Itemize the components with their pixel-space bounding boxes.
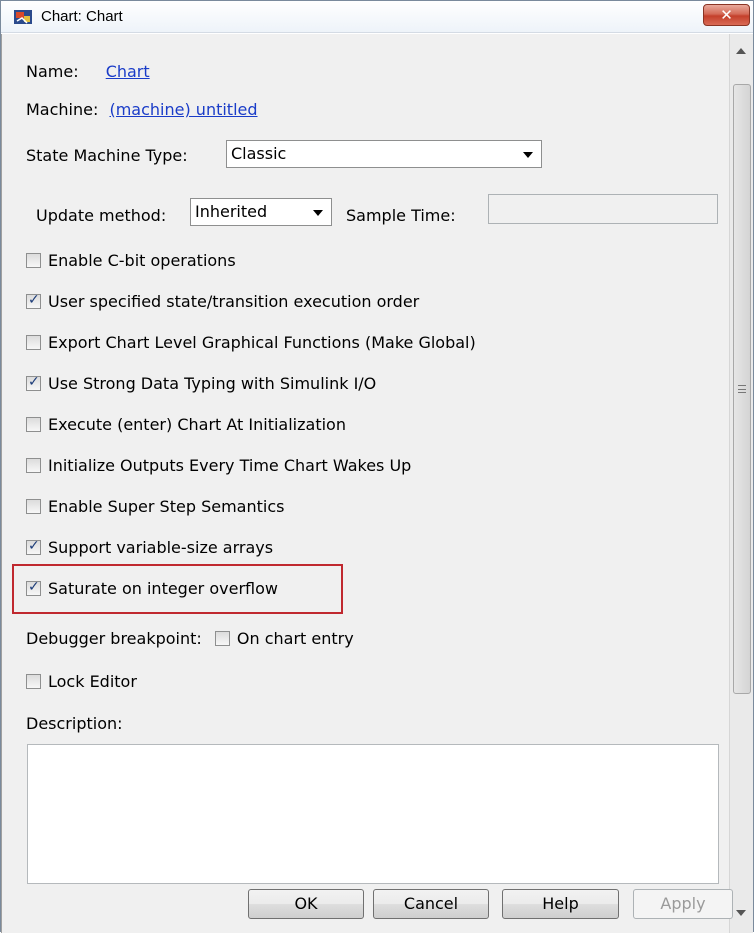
option-checkbox[interactable] bbox=[26, 417, 41, 432]
option-row[interactable]: Execute (enter) Chart At Initialization bbox=[26, 415, 346, 434]
debugger-option[interactable]: On chart entry bbox=[214, 629, 354, 648]
debugger-label: Debugger breakpoint: bbox=[26, 629, 202, 648]
chart-properties-dialog: Chart: Chart ✕ Name: Chart Machine: (mac… bbox=[0, 0, 754, 933]
option-label: Execute (enter) Chart At Initialization bbox=[48, 415, 346, 434]
option-label: Enable C-bit operations bbox=[48, 251, 236, 270]
scroll-down-icon[interactable] bbox=[736, 910, 746, 916]
state-machine-type-value: Classic bbox=[231, 144, 287, 163]
debugger-checkbox[interactable] bbox=[214, 631, 230, 646]
option-checkbox[interactable] bbox=[26, 458, 41, 473]
option-label: Export Chart Level Graphical Functions (… bbox=[48, 333, 476, 352]
description-label: Description: bbox=[26, 714, 123, 733]
option-row[interactable]: Enable C-bit operations bbox=[26, 251, 236, 270]
machine-row: Machine: (machine) untitled bbox=[26, 100, 258, 119]
option-label: Initialize Outputs Every Time Chart Wake… bbox=[48, 456, 412, 475]
option-row[interactable]: Export Chart Level Graphical Functions (… bbox=[26, 333, 476, 352]
debugger-option-label: On chart entry bbox=[236, 629, 354, 648]
option-row[interactable]: Enable Super Step Semantics bbox=[26, 497, 284, 516]
scroll-up-icon[interactable] bbox=[736, 48, 746, 54]
option-checkbox[interactable] bbox=[26, 499, 41, 514]
machine-label: Machine: bbox=[26, 100, 99, 119]
window-title: Chart: Chart bbox=[41, 8, 123, 25]
simulink-chart-icon bbox=[14, 10, 32, 24]
state-machine-type-label: State Machine Type: bbox=[26, 146, 188, 165]
chevron-down-icon bbox=[313, 210, 323, 216]
lock-editor-label: Lock Editor bbox=[48, 672, 137, 691]
option-label: Enable Super Step Semantics bbox=[48, 497, 285, 516]
option-checkbox[interactable] bbox=[26, 253, 41, 268]
ok-button[interactable]: OK bbox=[248, 889, 364, 919]
option-row[interactable]: Initialize Outputs Every Time Chart Wake… bbox=[26, 456, 411, 475]
vertical-scrollbar[interactable] bbox=[729, 34, 753, 933]
option-checkbox[interactable] bbox=[26, 374, 41, 391]
update-method-label: Update method: bbox=[36, 206, 167, 225]
option-label: Support variable-size arrays bbox=[48, 538, 274, 557]
option-row[interactable]: Use Strong Data Typing with Simulink I/O bbox=[26, 374, 376, 393]
sample-time-label: Sample Time: bbox=[346, 206, 456, 225]
lock-editor-option[interactable]: Lock Editor bbox=[26, 672, 137, 691]
debugger-row: Debugger breakpoint: On chart entry bbox=[26, 629, 354, 648]
chevron-down-icon bbox=[523, 152, 533, 158]
grip-icon bbox=[738, 385, 746, 393]
name-label: Name: bbox=[26, 62, 79, 81]
close-button[interactable]: ✕ bbox=[703, 4, 750, 26]
lock-editor-checkbox[interactable] bbox=[26, 674, 41, 689]
option-label: Use Strong Data Typing with Simulink I/O bbox=[48, 374, 377, 393]
update-method-value: Inherited bbox=[195, 202, 268, 221]
update-method-select[interactable]: Inherited bbox=[190, 198, 332, 226]
apply-button[interactable]: Apply bbox=[633, 889, 733, 919]
option-checkbox[interactable] bbox=[26, 335, 41, 350]
name-row: Name: Chart bbox=[26, 62, 150, 81]
option-row[interactable]: User specified state/transition executio… bbox=[26, 292, 419, 311]
name-link[interactable]: Chart bbox=[106, 62, 150, 81]
machine-link[interactable]: (machine) untitled bbox=[109, 100, 257, 119]
title-bar[interactable]: Chart: Chart ✕ bbox=[1, 1, 753, 33]
scrollbar-thumb[interactable] bbox=[733, 84, 751, 694]
option-row[interactable]: Support variable-size arrays bbox=[26, 538, 273, 557]
state-machine-type-select[interactable]: Classic bbox=[226, 140, 542, 168]
sample-time-input[interactable] bbox=[488, 194, 718, 224]
option-checkbox[interactable] bbox=[26, 538, 41, 555]
option-label: User specified state/transition executio… bbox=[48, 292, 420, 311]
option-checkbox[interactable] bbox=[26, 292, 41, 309]
cancel-button[interactable]: Cancel bbox=[373, 889, 489, 919]
description-textarea[interactable] bbox=[27, 744, 719, 884]
highlight-box bbox=[12, 564, 343, 614]
help-button[interactable]: Help bbox=[502, 889, 619, 919]
